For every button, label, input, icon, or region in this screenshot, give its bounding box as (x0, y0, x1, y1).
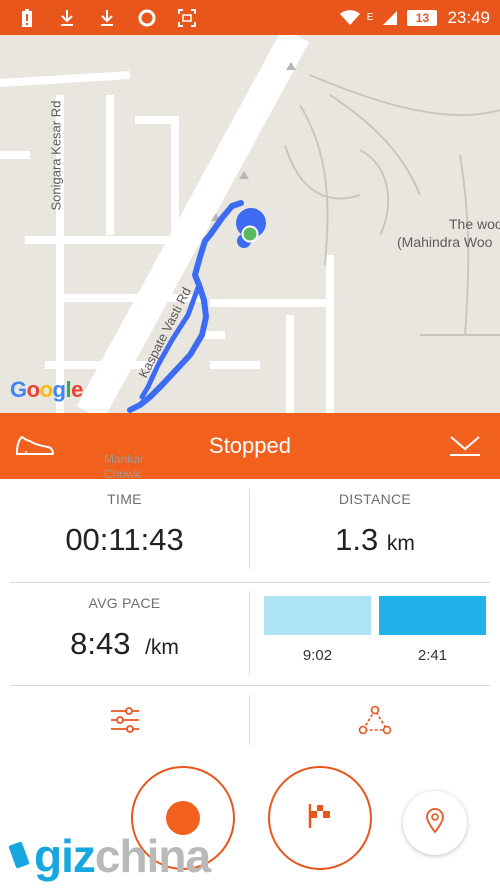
time-label: TIME (107, 491, 142, 507)
place-label-line2: (Mahindra Woo (397, 234, 493, 250)
distance-label: DISTANCE (338, 491, 412, 507)
distance-unit: km (386, 532, 415, 555)
network-type-label: E (366, 12, 374, 23)
google-logo-letter: e (71, 377, 83, 402)
current-location-marker (241, 225, 259, 243)
google-logo-letter: o (26, 377, 40, 402)
place-label-line1: The woo (449, 216, 500, 232)
collapse-down-icon[interactable] (448, 433, 482, 459)
shoe-icon[interactable] (14, 429, 56, 461)
divider (10, 685, 490, 686)
split-label-2: 2:41 (417, 647, 448, 664)
split-bar-2 (379, 596, 486, 635)
google-logo-letter: g (52, 377, 66, 402)
map-paths (284, 74, 500, 336)
road-label-sonigara: Sonigara Kesar Rd (48, 100, 64, 211)
battery-alert-icon (16, 7, 38, 29)
location-pin-icon (425, 807, 445, 839)
battery-level: 13 (407, 9, 438, 26)
location-button[interactable] (403, 791, 467, 855)
status-bar-system: E 13 23:49 (339, 0, 490, 35)
activity-status-bar: Stopped (0, 413, 500, 479)
distance-value-group: 1.3 km (250, 522, 500, 558)
signal-icon (379, 7, 401, 29)
download-icon (56, 7, 78, 29)
route-triangle-icon[interactable] (355, 700, 395, 740)
avg-pace-label: AVG PACE (88, 595, 161, 611)
avg-pace-unit: /km (145, 636, 179, 659)
sliders-icon[interactable] (105, 700, 145, 740)
wifi-icon (339, 7, 361, 29)
split-label-1: 9:02 (302, 647, 333, 664)
route-map[interactable]: Sonigara Kesar Rd Kaspate Vasti Rd The w… (0, 35, 500, 413)
status-bar-notifications (16, 0, 198, 35)
avg-pace-value-group: 8:43 /km (0, 626, 249, 662)
circle-icon (136, 7, 158, 29)
divider (10, 582, 490, 583)
download-icon (96, 7, 118, 29)
watermark-part1: giz (34, 830, 96, 882)
chowk-label-line1: Mankar (104, 452, 145, 466)
screenshot-icon (176, 7, 198, 29)
chowk-label-line2: Chowk (104, 467, 141, 481)
finish-button[interactable] (268, 766, 372, 870)
distance-value: 1.3 (335, 522, 379, 557)
watermark-logo-icon (8, 839, 30, 874)
status-bar: E 13 23:49 (0, 0, 500, 35)
map-canvas (0, 35, 500, 413)
google-logo: Google (10, 377, 83, 403)
checkered-flag-icon (305, 801, 335, 836)
gizchina-watermark: giz china (8, 828, 211, 884)
avg-pace-value: 8:43 (70, 626, 131, 661)
divider (249, 591, 250, 675)
google-logo-letter: o (39, 377, 53, 402)
status-clock: 23:49 (447, 7, 490, 27)
activity-status-title: Stopped (209, 433, 291, 458)
divider (249, 695, 250, 745)
watermark-part2: china (94, 830, 211, 882)
split-bar-1 (264, 596, 371, 635)
time-value: 00:11:43 (65, 522, 184, 557)
google-logo-letter: G (10, 377, 27, 402)
